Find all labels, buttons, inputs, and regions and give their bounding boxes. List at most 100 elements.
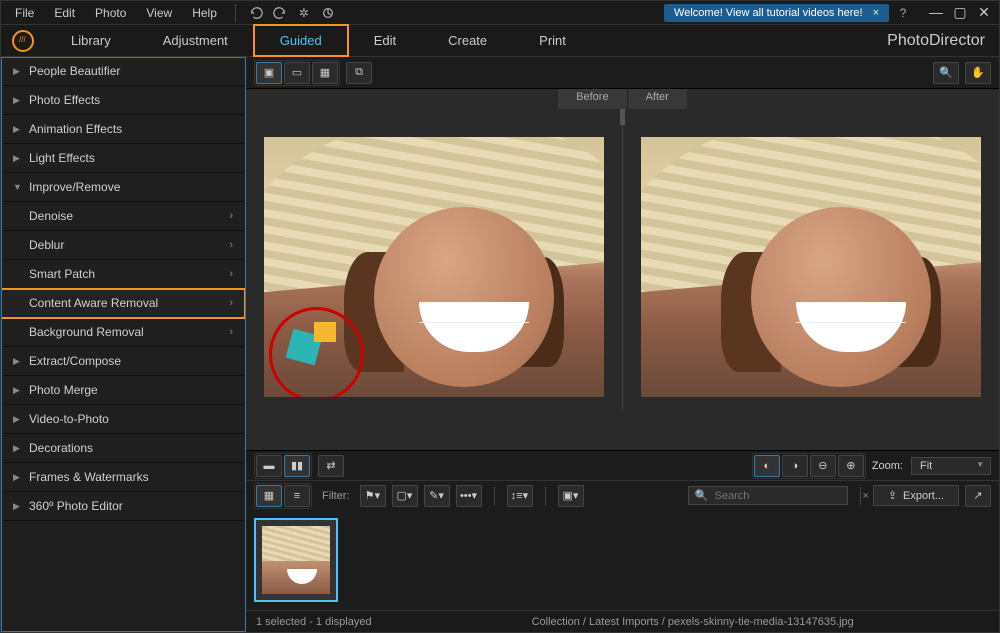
stack-icon[interactable]: ▣▾	[558, 485, 584, 507]
tab-after[interactable]: After	[628, 89, 687, 109]
separator	[545, 487, 546, 505]
view-mode-group: ▣ ▭ ▦	[254, 60, 340, 86]
thumb-size-group: ▦ ≡	[254, 483, 312, 509]
filter-rating-icon[interactable]: •••▾	[456, 485, 482, 507]
sidebar-item-improve-remove[interactable]: ▼Improve/Remove	[1, 173, 245, 202]
canvas-area: ▣ ▭ ▦ ⧉ 🔍 ✋ Before After	[246, 57, 999, 632]
sidebar-item-content-aware-removal[interactable]: Content Aware Removal›	[1, 289, 245, 318]
thumb-list-icon[interactable]: ≡	[284, 485, 310, 507]
pan-tool-icon[interactable]: ✋	[965, 62, 991, 84]
tab-adjustment[interactable]: Adjustment	[137, 25, 254, 56]
compare-layout-group: ▬ ▮▮	[254, 453, 312, 479]
separator	[235, 4, 236, 22]
sidebar-item-frames-watermarks[interactable]: ▶Frames & Watermarks	[1, 463, 245, 492]
main-area: ▶People Beautifier ▶Photo Effects ▶Anima…	[1, 57, 999, 632]
before-image[interactable]	[264, 137, 604, 397]
menu-view[interactable]: View	[138, 3, 180, 23]
filter-label-icon[interactable]: ▢▾	[392, 485, 418, 507]
main-tabs: Library Adjustment Guided Edit Create Pr…	[1, 25, 999, 57]
image-viewer	[246, 109, 999, 450]
sidebar-item-360-photo-editor[interactable]: ▶360º Photo Editor	[1, 492, 245, 521]
menu-edit[interactable]: Edit	[46, 3, 83, 23]
status-bar: 1 selected - 1 displayed Collection / La…	[246, 610, 999, 632]
filter-label: Filter:	[322, 490, 350, 502]
after-image[interactable]	[641, 137, 981, 397]
menu-photo[interactable]: Photo	[87, 3, 134, 23]
minimize-button[interactable]: —	[927, 4, 945, 21]
sidebar-item-denoise[interactable]: Denoise›	[1, 202, 245, 231]
menu-help[interactable]: Help	[184, 3, 225, 23]
sidebar-item-people-beautifier[interactable]: ▶People Beautifier	[1, 57, 245, 86]
sort-icon[interactable]: ↕≡▾	[507, 485, 533, 507]
search-icon: 🔍	[695, 489, 709, 502]
viewer-top-toolbar: ▣ ▭ ▦ ⧉ 🔍 ✋	[246, 57, 999, 89]
tab-before[interactable]: Before	[558, 89, 627, 109]
window-controls: — ▢ ✕	[927, 4, 993, 21]
filmstrip-toolbar: ▦ ≡ Filter: ⚑▾ ▢▾ ✎▾ •••▾ ↕≡▾ ▣▾ 🔍 ×	[246, 480, 999, 510]
tab-guided[interactable]: Guided	[254, 25, 348, 56]
tutorial-banner[interactable]: Welcome! View all tutorial videos here! …	[664, 4, 889, 22]
tutorial-close-icon[interactable]: ×	[873, 7, 879, 19]
tab-print[interactable]: Print	[513, 25, 592, 56]
tab-create[interactable]: Create	[422, 25, 513, 56]
swap-icon[interactable]: ⇄	[318, 455, 344, 477]
zoom-section: Zoom: Fit	[872, 457, 991, 475]
help-icon[interactable]: ?	[893, 3, 913, 23]
compare-mode-1-icon[interactable]: ◐	[754, 455, 780, 477]
chevron-right-icon: ›	[229, 268, 233, 280]
sidebar-item-decorations[interactable]: ▶Decorations	[1, 434, 245, 463]
sidebar-item-smart-patch[interactable]: Smart Patch›	[1, 260, 245, 289]
bell-icon[interactable]	[318, 3, 338, 23]
view-fit-icon[interactable]: ▭	[284, 62, 310, 84]
filmstrip	[246, 510, 999, 610]
menu-file[interactable]: File	[7, 3, 42, 23]
view-dual-monitor-icon[interactable]: ⧉	[346, 62, 372, 84]
before-after-tabs: Before After	[246, 89, 999, 109]
tab-edit[interactable]: Edit	[348, 25, 422, 56]
sidebar-item-deblur[interactable]: Deblur›	[1, 231, 245, 260]
viewer-bottom-toolbar: ▬ ▮▮ ⇄ ◐ ◑ ⊖ ⊕ Zoom: Fit	[246, 450, 999, 480]
redo-icon[interactable]	[270, 3, 290, 23]
sidebar-item-animation-effects[interactable]: ▶Animation Effects	[1, 115, 245, 144]
sidebar-item-photo-merge[interactable]: ▶Photo Merge	[1, 376, 245, 405]
sidebar-item-light-effects[interactable]: ▶Light Effects	[1, 144, 245, 173]
menubar: File Edit Photo View Help ✲ Welcome! Vie…	[1, 1, 999, 25]
chevron-right-icon: ›	[229, 239, 233, 251]
thumbnail[interactable]	[254, 518, 338, 602]
search-input[interactable]	[715, 490, 857, 502]
compare-mode-4-icon[interactable]: ⊕	[838, 455, 864, 477]
tab-library[interactable]: Library	[45, 25, 137, 56]
search-box[interactable]: 🔍 ×	[688, 486, 848, 505]
chevron-right-icon: ›	[229, 297, 233, 309]
app-logo[interactable]	[1, 25, 45, 56]
split-divider[interactable]	[622, 109, 623, 409]
gear-icon[interactable]: ✲	[294, 3, 314, 23]
separator	[494, 487, 495, 505]
close-button[interactable]: ✕	[975, 4, 993, 21]
layout-side-by-side-icon[interactable]: ▮▮	[284, 455, 310, 477]
share-button[interactable]: ↗	[965, 485, 991, 507]
sidebar-item-photo-effects[interactable]: ▶Photo Effects	[1, 86, 245, 115]
search-clear-icon[interactable]: ×	[863, 490, 869, 502]
compare-mode-group: ◐ ◑ ⊖ ⊕	[752, 453, 866, 479]
thumb-grid-icon[interactable]: ▦	[256, 485, 282, 507]
zoom-tool-icon[interactable]: 🔍	[933, 62, 959, 84]
status-selection: 1 selected - 1 displayed	[256, 616, 372, 628]
zoom-select[interactable]: Fit	[911, 457, 991, 475]
filter-flag-icon[interactable]: ⚑▾	[360, 485, 386, 507]
status-path: Collection / Latest Imports / pexels-ski…	[532, 616, 854, 628]
maximize-button[interactable]: ▢	[951, 4, 969, 21]
view-single-icon[interactable]: ▣	[256, 62, 282, 84]
undo-icon[interactable]	[246, 3, 266, 23]
export-button[interactable]: ⇪ Export...	[873, 485, 959, 506]
layout-single-icon[interactable]: ▬	[256, 455, 282, 477]
sidebar: ▶People Beautifier ▶Photo Effects ▶Anima…	[1, 57, 246, 632]
compare-mode-2-icon[interactable]: ◑	[782, 455, 808, 477]
view-grid-icon[interactable]: ▦	[312, 62, 338, 84]
chevron-right-icon: ›	[229, 326, 233, 338]
compare-mode-3-icon[interactable]: ⊖	[810, 455, 836, 477]
sidebar-item-video-to-photo[interactable]: ▶Video-to-Photo	[1, 405, 245, 434]
sidebar-item-background-removal[interactable]: Background Removal›	[1, 318, 245, 347]
sidebar-item-extract-compose[interactable]: ▶Extract/Compose	[1, 347, 245, 376]
filter-edit-icon[interactable]: ✎▾	[424, 485, 450, 507]
